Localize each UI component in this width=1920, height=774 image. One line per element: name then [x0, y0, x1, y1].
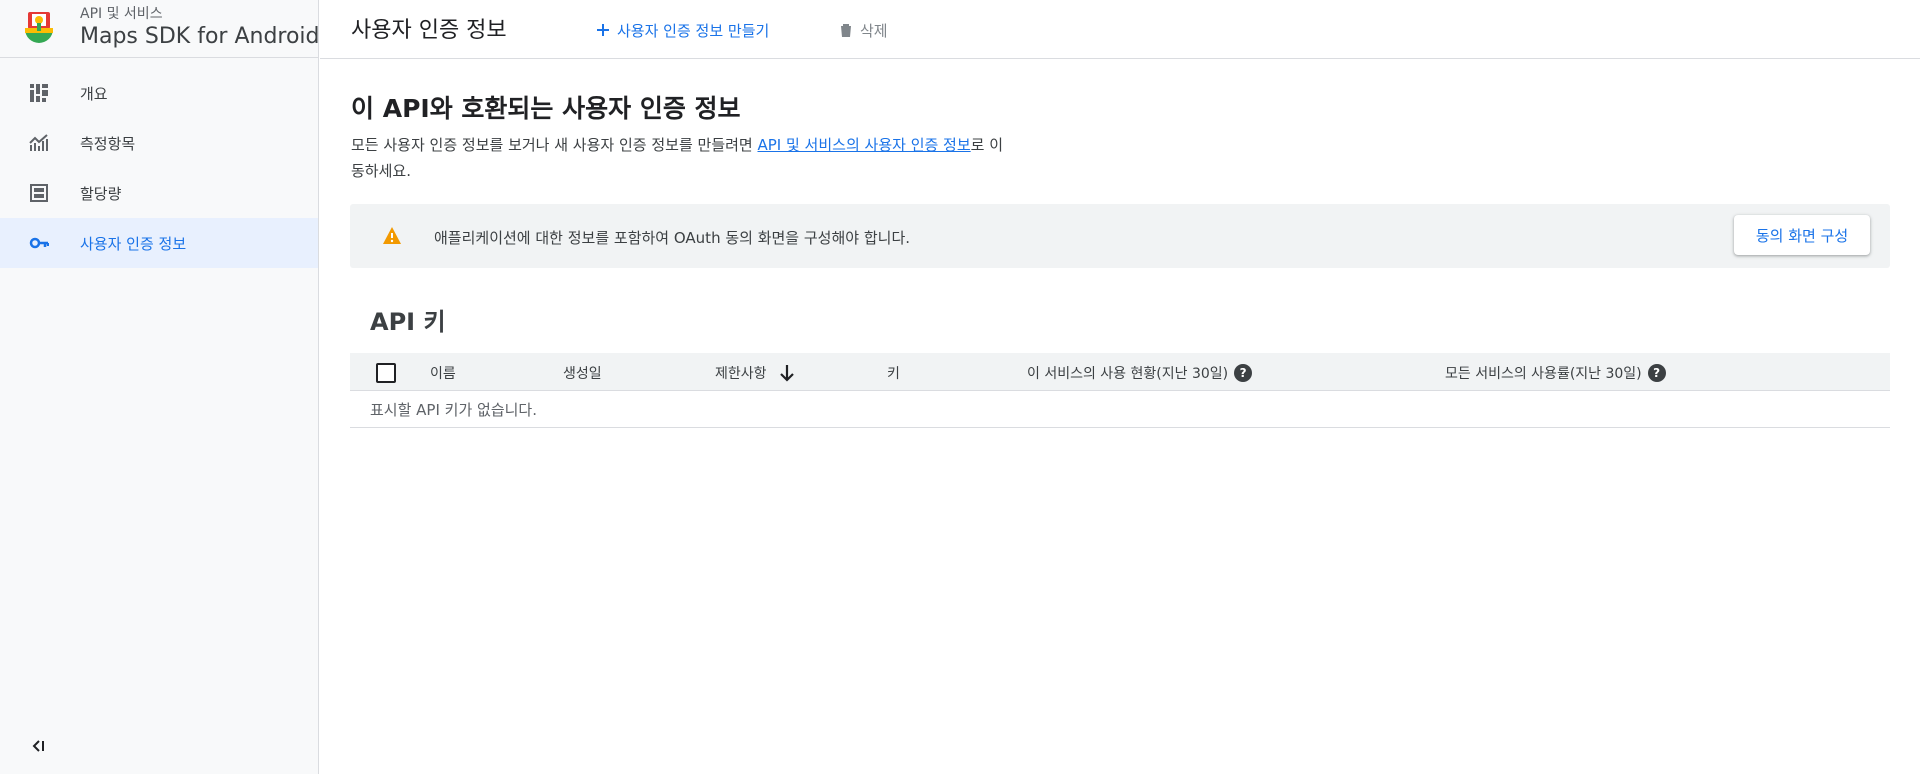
sort-descending-icon[interactable]: [779, 364, 795, 382]
column-service-usage-label: 이 서비스의 사용 현황(지난 30일): [1027, 366, 1229, 382]
configure-consent-screen-button[interactable]: 동의 화면 구성: [1734, 215, 1870, 255]
column-key-label: 키: [887, 366, 900, 382]
page-header: 사용자 인증 정보 사용자 인증 정보 만들기 삭제: [320, 0, 1920, 59]
create-credentials-label: 사용자 인증 정보 만들기: [617, 21, 770, 40]
column-created[interactable]: 생성일: [563, 363, 602, 383]
section-kicker: API 및 서비스: [80, 6, 163, 22]
dashboard-icon: [30, 84, 48, 102]
product-brand: API 및 서비스 Maps SDK for Android: [0, 0, 320, 58]
metrics-icon: [29, 134, 48, 151]
sidebar: API 및 서비스 Maps SDK for Android 개요 측정항목 할…: [0, 0, 320, 774]
heading-suffix: 와 호환되는 사용자 인증 정보: [429, 94, 741, 123]
sidebar-item-label: 개요: [80, 85, 108, 103]
select-all-checkbox[interactable]: [376, 363, 396, 383]
help-icon[interactable]: ?: [1647, 364, 1666, 382]
trash-icon: [841, 24, 851, 37]
sidebar-item-overview[interactable]: 개요: [0, 68, 318, 118]
column-all-services-usage[interactable]: 모든 서비스의 사용률(지난 30일) ?: [1445, 363, 1666, 383]
credentials-intro: 모든 사용자 인증 정보를 보거나 새 사용자 인증 정보를 만들려면 API …: [351, 132, 1011, 184]
column-name[interactable]: 이름: [430, 363, 456, 383]
empty-table-row: 표시할 API 키가 없습니다.: [350, 391, 1890, 428]
maps-sdk-logo: [25, 12, 53, 43]
quota-icon: [30, 184, 48, 202]
plus-icon: [597, 24, 609, 36]
heading-prefix: 이: [351, 94, 383, 123]
column-key[interactable]: 키: [887, 363, 900, 383]
column-name-label: 이름: [430, 366, 456, 382]
key-icon: [29, 237, 49, 249]
product-title: Maps SDK for Android: [80, 24, 320, 49]
delete-label: 삭제: [860, 21, 888, 40]
column-all-services-usage-label: 모든 서비스의 사용률(지난 30일): [1445, 366, 1642, 382]
help-icon[interactable]: ?: [1234, 364, 1253, 382]
api-keys-heading: API 키: [370, 308, 446, 336]
credentials-page: API 및 서비스 Maps SDK for Android 개요 측정항목 할…: [0, 0, 1920, 774]
sidebar-item-label: 측정항목: [80, 135, 136, 153]
oauth-consent-notice: 애플리케이션에 대한 정보를 포함하여 OAuth 동의 화면을 구성해야 합니…: [350, 204, 1890, 268]
page-title: 사용자 인증 정보: [351, 18, 507, 43]
column-restrictions-label: 제한사항: [715, 366, 767, 382]
empty-state-text: 표시할 API 키가 없습니다.: [370, 401, 538, 419]
api-keys-table: 이름 생성일 제한사항 키 이 서비스의 사용 현황(지난 30일) ? 모든 …: [350, 353, 1890, 428]
notice-text: 애플리케이션에 대한 정보를 포함하여 OAuth 동의 화면을 구성해야 합니…: [434, 229, 911, 247]
column-restrictions[interactable]: 제한사항: [715, 363, 795, 383]
column-service-usage[interactable]: 이 서비스의 사용 현황(지난 30일) ?: [1027, 363, 1253, 383]
column-created-label: 생성일: [563, 366, 602, 382]
credentials-link[interactable]: API 및 서비스의 사용자 인증 정보: [757, 136, 970, 154]
intro-text: 모든 사용자 인증 정보를 보거나 새 사용자 인증 정보를 만들려면: [351, 136, 758, 154]
main-content: 이 API와 호환되는 사용자 인증 정보 모든 사용자 인증 정보를 보거나 …: [320, 59, 1920, 774]
compatible-credentials-heading: 이 API와 호환되는 사용자 인증 정보: [351, 89, 741, 125]
sidebar-item-label: 사용자 인증 정보: [80, 235, 187, 253]
heading-api: API: [382, 94, 430, 123]
table-header-row: 이름 생성일 제한사항 키 이 서비스의 사용 현황(지난 30일) ? 모든 …: [350, 353, 1890, 391]
delete-button[interactable]: 삭제: [838, 18, 888, 42]
sidebar-item-metrics[interactable]: 측정항목: [0, 118, 318, 168]
sidebar-item-label: 할당량: [80, 185, 122, 203]
sidebar-item-quota[interactable]: 할당량: [0, 168, 318, 218]
sidebar-item-credentials[interactable]: 사용자 인증 정보: [0, 218, 318, 268]
create-credentials-button[interactable]: 사용자 인증 정보 만들기: [595, 18, 769, 42]
warning-icon: [383, 227, 401, 244]
collapse-sidebar-icon[interactable]: [29, 736, 49, 756]
